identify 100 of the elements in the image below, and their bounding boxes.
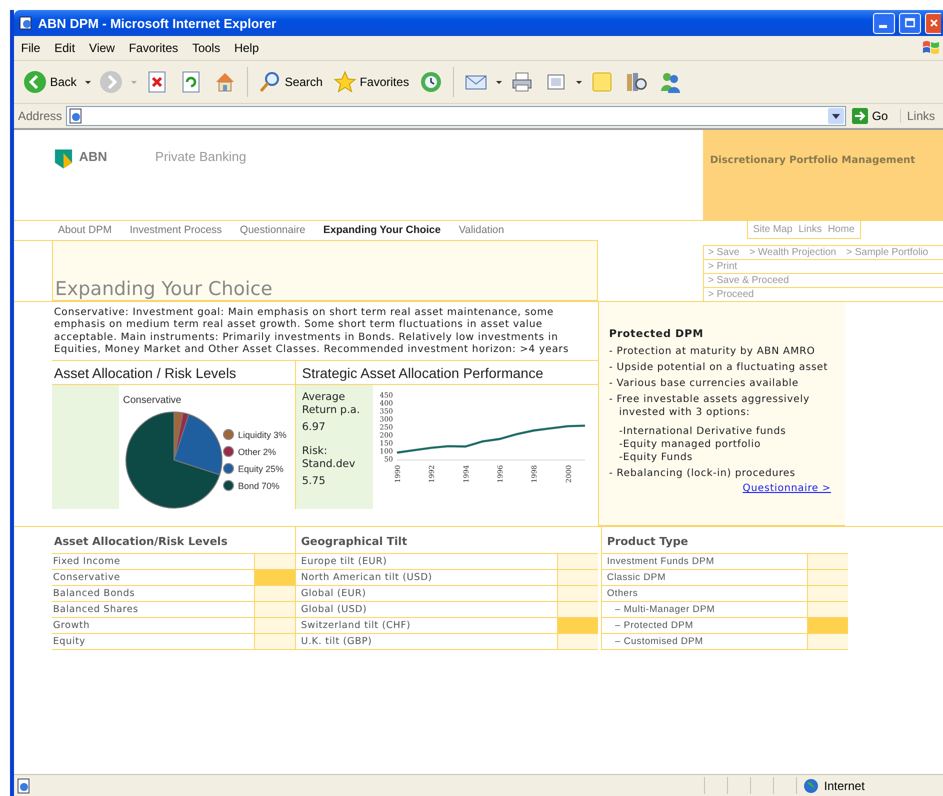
minimize-button[interactable] — [873, 12, 895, 34]
menu-item[interactable]: File — [14, 41, 48, 55]
maximize-button[interactable] — [899, 12, 921, 34]
nav-tab[interactable]: Expanding Your Choice — [323, 224, 441, 236]
menu-item[interactable]: Tools — [185, 41, 228, 55]
nav-tab[interactable]: Questionnaire — [240, 224, 306, 236]
choice-cell[interactable] — [254, 554, 295, 569]
choice-cell[interactable] — [254, 634, 295, 649]
dropdown-icon[interactable] — [828, 108, 844, 124]
table-cell-text: Equity — [52, 635, 86, 649]
table-cell-text: Global (EUR) — [300, 587, 368, 601]
caret-icon[interactable] — [84, 78, 92, 86]
page-heading: Expanding Your Choice — [55, 278, 272, 300]
stat-value: 5.75 — [302, 475, 326, 488]
info-item: - Various base currencies available — [609, 377, 800, 390]
choice-cell[interactable] — [807, 602, 848, 617]
menu-item[interactable]: Favorites — [122, 41, 186, 55]
arrow-icon — [852, 108, 868, 124]
page-icon — [16, 778, 32, 794]
table-cell-text: Balanced Shares — [52, 603, 140, 617]
table-cell-text: Growth — [52, 619, 91, 633]
globe-icon — [803, 778, 819, 794]
choice-cell[interactable] — [557, 570, 598, 585]
banner-title: Discretionary Portfolio Management — [710, 155, 916, 166]
address-label: Address — [18, 109, 62, 123]
books-icon[interactable] — [624, 70, 648, 94]
action-link[interactable]: > Sample Portfolio — [846, 247, 928, 258]
page-icon — [68, 108, 84, 124]
stat-label: Average Return p.a. — [302, 391, 361, 418]
utility-link[interactable]: Links — [798, 224, 822, 235]
choice-cell[interactable] — [807, 618, 848, 633]
table-cell-text: Global (USD) — [300, 603, 368, 617]
choice-cell[interactable] — [807, 554, 848, 569]
table-cell-text: Investment Funds DPM — [606, 555, 716, 569]
choice-cell[interactable] — [807, 634, 848, 649]
info-item: -International Derivative funds — [618, 425, 788, 438]
links-button[interactable]: Links — [900, 109, 941, 123]
action-link[interactable]: > Wealth Projection — [749, 247, 836, 258]
table-cell-text: Classic DPM — [606, 571, 667, 585]
close-button[interactable] — [925, 12, 941, 34]
search-icon — [258, 70, 282, 94]
table-cell-text: Balanced Bonds — [52, 587, 136, 601]
choice-cell[interactable] — [254, 618, 295, 633]
table-cell-text: – Customised DPM — [614, 635, 704, 649]
choice-cell[interactable] — [254, 570, 295, 585]
brand-name: ABN — [79, 149, 108, 164]
minimize-icon — [879, 24, 887, 28]
menu-item[interactable]: Help — [227, 41, 266, 55]
action-link[interactable]: > Save & Proceed — [708, 275, 789, 286]
legend-label: Equity 25% — [238, 464, 284, 474]
legend-label: Bond 70% — [238, 480, 280, 491]
choice-cell[interactable] — [557, 634, 598, 649]
table-cell-text: U.K. tilt (GBP) — [300, 635, 374, 649]
note-icon[interactable] — [590, 70, 614, 94]
legend-label: Liquidity 3% — [238, 430, 287, 440]
info-item: - Upside potential on a fluctuating asset — [609, 361, 829, 374]
choice-cell[interactable] — [807, 586, 848, 601]
info-item: -Equity Funds — [618, 451, 694, 464]
description: Conservative: Investment goal: Main emphasis on short term real asset maintenance, some emphasis on medium term real asset growth. Some short term fluctuations in asset value acceptable. Main instruments: Primarily investments in Bonds. Relatively low investments in Equities, Money Market and Other Asset Classes. Recommended investment horizon: >4 years — [54, 307, 570, 356]
print-icon[interactable] — [510, 70, 534, 94]
table-cell-text: Others — [606, 587, 639, 601]
address-field[interactable] — [66, 106, 846, 126]
stat-label: Risk: Stand.dev — [302, 445, 356, 472]
stat-value: 6.97 — [302, 421, 326, 434]
utility-link[interactable]: Site Map — [753, 224, 792, 235]
choice-cell[interactable] — [557, 586, 598, 601]
choice-cell[interactable] — [557, 602, 598, 617]
action-link[interactable]: > Proceed — [708, 289, 754, 300]
questionnaire-link[interactable]: Questionnaire > — [742, 483, 831, 494]
star-icon — [332, 70, 357, 94]
action-link[interactable]: > Print — [708, 261, 738, 272]
nav-tab[interactable]: Investment Process — [130, 224, 222, 236]
people-icon[interactable] — [658, 70, 682, 94]
caret-icon[interactable] — [575, 78, 584, 86]
search-button[interactable]: Search — [254, 70, 326, 94]
choice-cell[interactable] — [557, 554, 598, 569]
history-icon[interactable] — [419, 70, 444, 94]
table-cell-text: Europe tilt (EUR) — [300, 555, 388, 569]
table-cell-text: Fixed Income — [52, 555, 122, 569]
table-cell-text: – Multi-Manager DPM — [614, 603, 716, 617]
table-cell-text: North American tilt (USD) — [300, 571, 434, 585]
browser-page-icon — [18, 15, 34, 31]
choice-cell[interactable] — [557, 618, 598, 633]
nav-tab[interactable]: About DPM — [58, 224, 112, 236]
choice-cell[interactable] — [254, 586, 295, 601]
choice-cell[interactable] — [254, 602, 295, 617]
menu-item[interactable]: Edit — [47, 41, 82, 55]
caret-icon[interactable] — [495, 78, 504, 86]
utility-link[interactable]: Home — [828, 224, 855, 235]
menu-item[interactable]: View — [82, 41, 122, 55]
choice-cell[interactable] — [807, 570, 848, 585]
go-button[interactable]: Go — [850, 108, 896, 124]
nav-tab[interactable]: Validation — [458, 224, 504, 236]
favorites-button[interactable]: Favorites — [330, 70, 412, 94]
forward-icon[interactable] — [98, 70, 123, 94]
info-item: - Rebalancing (lock-in) procedures — [609, 467, 796, 480]
back-button[interactable]: Back — [20, 70, 80, 94]
action-link[interactable]: > Save — [708, 247, 740, 258]
info-title: Protected DPM — [609, 328, 704, 340]
info-item: - Free investable assets aggressively invested with 3 options: — [609, 393, 811, 419]
